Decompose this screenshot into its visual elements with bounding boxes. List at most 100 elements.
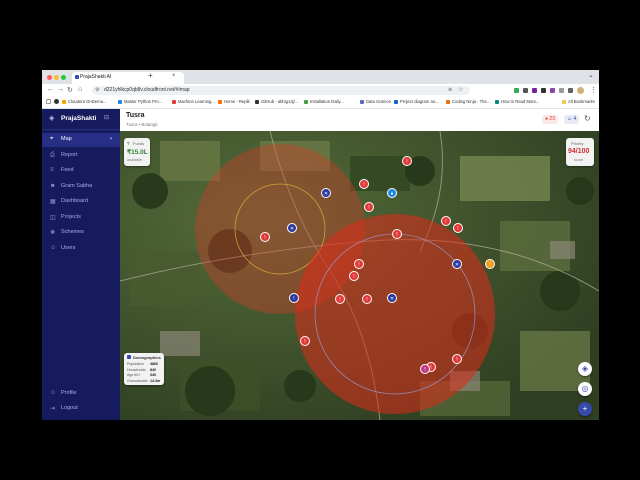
extension-icon[interactable] (550, 88, 555, 93)
bookmark-label: Machine Learning... (178, 99, 215, 104)
close-tab-icon[interactable]: × (172, 73, 176, 79)
site-info-icon[interactable]: ⚙ (95, 87, 99, 93)
bookmark-label: Installation Daily... (310, 99, 344, 104)
bookmark-item[interactable]: How to Read More... (495, 99, 539, 104)
funds-card[interactable]: ₹ Funds ₹15.0L available (124, 138, 150, 166)
minimize-window-dot[interactable] (54, 75, 59, 80)
priority-sub: score (574, 158, 584, 162)
bookmark-item[interactable]: Installation Daily... (304, 99, 344, 104)
sidebar-item-schemes[interactable]: ❖ Schemes (42, 226, 120, 240)
sidebar-item-projects[interactable]: ◫ Projects (42, 211, 120, 225)
refresh-icon[interactable]: ↻ (584, 114, 591, 123)
extensions-puzzle-icon[interactable] (568, 88, 573, 93)
home-icon[interactable]: ⌂ (78, 86, 82, 93)
locate-button[interactable]: ◎ (578, 382, 592, 396)
apps-grid-icon[interactable] (46, 99, 51, 104)
bookmark-item[interactable]: Coding Ninja - The... (446, 99, 490, 104)
bookmarks-bar: Cloudera OnDema... Master Python Pro... Ma… (42, 97, 599, 109)
sidebar-item-logout[interactable]: ⇥ Logout (42, 402, 120, 416)
map-pin-red-alert-icon[interactable]: ! (260, 232, 270, 242)
demographics-card[interactable]: Demographics Population 4860 Households 840… (124, 353, 164, 385)
map-pin-blue-tools-icon[interactable]: ✕ (452, 259, 462, 269)
page-header: Tusra Tusra • Bolangir ● 23 ☺ 4 ↻ (120, 109, 599, 132)
demographics-row-value: 4860 (150, 362, 158, 366)
extension-icon[interactable] (532, 88, 537, 93)
map-pin-red-alert-icon[interactable]: ! (453, 223, 463, 233)
demographics-row-value: 340 (150, 373, 156, 377)
map-pin-pink-alert-icon[interactable]: ! (420, 364, 430, 374)
sidebar-brand: ◈ PrajaShakti ⊟ (42, 109, 120, 130)
bookmark-favicon-icon (446, 99, 450, 104)
zoom-icon[interactable]: ⊕ (448, 87, 452, 93)
map-pin-brightblue-alert-icon[interactable]: ● (387, 188, 397, 198)
bookmark-star-icon[interactable]: ☆ (458, 86, 463, 93)
map-pin-red-alert-icon[interactable]: ! (300, 336, 310, 346)
extension-icon[interactable] (541, 88, 546, 93)
map-pin-red-alert-icon[interactable]: ! (402, 156, 412, 166)
sidebar-item-dashboard[interactable]: ▦ Dashboard (42, 195, 120, 209)
sidebar-item-map[interactable]: ⌖ Map › (42, 133, 120, 147)
sidebar-item-gram-sabha[interactable]: ⚑ Gram Sabha (42, 180, 120, 194)
priority-score-card[interactable]: Priority 94/100 score (566, 138, 594, 166)
url-toolbar: ← → ↻ ⌂ ⚙ d221yhlkcp0qb8v.cloudfront.net… (42, 84, 599, 97)
extension-icon[interactable] (523, 88, 528, 93)
reload-icon[interactable]: ↻ (67, 86, 73, 94)
map-pin-red-alert-icon[interactable]: ! (359, 179, 369, 189)
address-bar[interactable]: ⚙ d221yhlkcp0qb8v.cloudfront.net/#/map ⊕… (92, 86, 470, 95)
sidebar-item-label: Feed (61, 167, 74, 173)
page-subtitle: Tusra • Bolangir (126, 122, 158, 127)
extension-icon[interactable] (514, 88, 519, 93)
back-icon[interactable]: ← (47, 86, 54, 93)
map-pin-red-alert-icon[interactable]: ! (441, 216, 451, 226)
bookmark-item[interactable]: Machine Learning... (172, 99, 215, 104)
map-pin-red-alert-icon[interactable]: ! (354, 259, 364, 269)
all-bookmarks-link[interactable]: All Bookmarks (562, 99, 595, 104)
address-text: d221yhlkcp0qb8v.cloudfront.net/#/map (104, 87, 190, 93)
extension-icon[interactable] (559, 88, 564, 93)
collapse-sidebar-icon[interactable]: ⊟ (104, 114, 109, 121)
sidebar-item-report[interactable]: ⎙ Report (42, 149, 120, 163)
github-icon[interactable] (54, 99, 59, 104)
sidebar-item-label: Profile (61, 390, 77, 396)
bookmark-item[interactable]: Cloudera OnDema... (62, 99, 106, 104)
map-pin-red-alert-icon[interactable]: ! (335, 294, 345, 304)
close-window-dot[interactable] (47, 75, 52, 80)
layers-button[interactable]: ◈ (578, 362, 592, 376)
bookmark-item[interactable]: Master Python Pro... (118, 99, 162, 104)
map-pin-orange-alert-icon[interactable]: ! (485, 259, 495, 269)
map-pin-blue-tools-icon[interactable]: ✕ (287, 223, 297, 233)
demographics-row-value: 840 (150, 367, 156, 372)
bookmark-item[interactable]: GitHub - abhig13j/... (255, 99, 298, 104)
app-root: ◈ PrajaShakti ⊟ ⌖ Map › ⎙ Report ≡ Feed ⚑ Gram S… (42, 109, 599, 420)
bookmark-favicon-icon (218, 99, 222, 104)
map-pin-red-alert-icon[interactable]: ! (392, 229, 402, 239)
new-tab-button[interactable]: + (148, 71, 153, 80)
map-pin-red-alert-icon[interactable]: ! (452, 354, 462, 364)
map-view[interactable]: ! ✕! ●!!!! ✕ ✕!!!!!! ✕!!!!! ₹ Funds ₹15.0L av… (120, 131, 599, 420)
add-report-button[interactable]: + (578, 402, 592, 416)
alerts-badge[interactable]: ● 23 (542, 115, 558, 124)
profile-avatar[interactable] (577, 87, 584, 94)
bookmark-label: Master Python Pro... (124, 99, 163, 104)
bookmark-label: Data Science (366, 99, 391, 104)
map-pin-blue-tools-icon[interactable]: ✕ (321, 188, 331, 198)
sidebar-item-feed[interactable]: ≡ Feed (42, 164, 120, 178)
map-pin-red-alert-icon[interactable]: ! (362, 294, 372, 304)
bookmark-item[interactable]: Project diagram an... (394, 99, 439, 104)
map-pin-red-alert-icon[interactable]: ! (364, 202, 374, 212)
forward-icon[interactable]: → (57, 86, 64, 93)
map-pin-red-alert-icon[interactable]: ! (349, 271, 359, 281)
sidebar-item-profile[interactable]: ☺ Profile (42, 387, 120, 401)
map-pin-blue-alert-icon[interactable]: ! (289, 293, 299, 303)
users-badge[interactable]: ☺ 4 (564, 115, 580, 124)
sidebar-item-label: Report (61, 151, 78, 158)
browser-menu-icon[interactable]: ⋮ (590, 86, 597, 94)
bookmark-item[interactable]: Home - Replit (218, 99, 250, 104)
bookmark-label: Home - Replit (224, 99, 250, 104)
bookmark-item[interactable]: Data Science (360, 99, 391, 104)
sidebar-item-users[interactable]: ☺ Users (42, 242, 120, 256)
tab-search-icon[interactable]: ⌄ (588, 71, 594, 79)
map-pin-blue-tools-icon[interactable]: ✕ (387, 293, 397, 303)
maximize-window-dot[interactable] (61, 75, 66, 80)
browser-tab[interactable]: PrajaShakti AI × (72, 72, 184, 84)
